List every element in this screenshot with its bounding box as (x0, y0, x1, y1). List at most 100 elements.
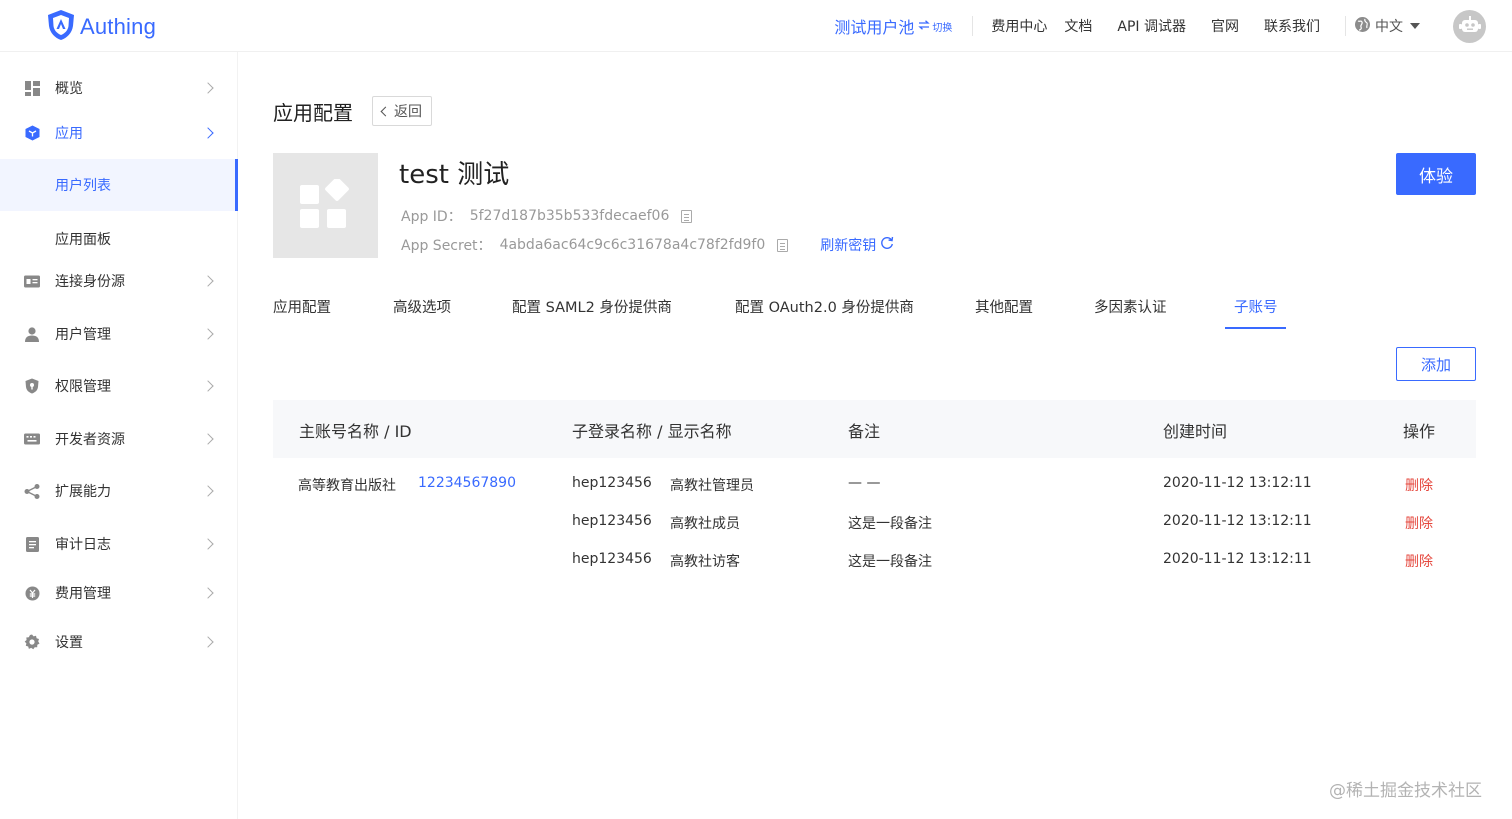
note: — — (848, 475, 881, 491)
sidebar-item-developer-resources[interactable]: 开发者资源 (0, 419, 238, 459)
tab-advanced[interactable]: 高级选项 (393, 296, 451, 317)
gear-icon (24, 634, 40, 650)
nav-link-api-debugger[interactable]: API 调试器 (1117, 16, 1186, 36)
nav-link-docs[interactable]: 文档 (1064, 16, 1092, 36)
sidebar-item-apps[interactable]: 应用 (0, 113, 238, 153)
sidebar-item-audit-log[interactable]: 审计日志 (0, 524, 238, 564)
tab-app-config[interactable]: 应用配置 (273, 296, 331, 317)
user-pool-switcher[interactable]: 测试用户池 切换 (834, 14, 952, 38)
language-selector[interactable]: 中文 (1354, 16, 1420, 37)
sub-account-table: 主账号名称 / ID 子登录名称 / 显示名称 备注 创建时间 操作 高等教育出… (273, 400, 1476, 570)
tab-other-config[interactable]: 其他配置 (975, 296, 1033, 317)
chevron-right-icon (202, 538, 214, 550)
brand-name: Authing (80, 14, 157, 39)
swap-icon (918, 19, 931, 33)
chevron-down-icon (1410, 23, 1420, 29)
shield-icon (24, 378, 40, 394)
sidebar-item-billing[interactable]: 费用管理 (0, 573, 238, 613)
sidebar-subitem-app-panel[interactable]: 应用面板 (0, 213, 238, 265)
sidebar-item-user-management[interactable]: 用户管理 (0, 314, 238, 354)
authing-logo[interactable]: Authing (46, 10, 156, 44)
tab-oauth2[interactable]: 配置 OAuth2.0 身份提供商 (735, 296, 914, 317)
chevron-right-icon (202, 485, 214, 497)
coin-icon (24, 585, 40, 601)
sidebar-subitem-label: 用户列表 (55, 178, 111, 194)
log-icon (24, 536, 40, 552)
sidebar-subitem-user-list[interactable]: 用户列表 (0, 159, 238, 211)
nav-link-website[interactable]: 官网 (1211, 16, 1239, 36)
app-logo (273, 153, 378, 258)
tab-saml2[interactable]: 配置 SAML2 身份提供商 (512, 296, 672, 317)
globe-icon (1354, 16, 1371, 37)
sub-login-name: hep123456 (572, 513, 652, 529)
shield-logo-icon (46, 9, 76, 45)
column-header-sub-login: 子登录名称 / 显示名称 (572, 422, 732, 441)
top-header: Authing 测试用户池 切换 费用中心 文档 API 调试器 官网 联系我们… (0, 0, 1512, 52)
sidebar-item-label: 应用 (55, 126, 83, 142)
refresh-icon (880, 236, 894, 254)
copy-icon[interactable] (681, 209, 693, 223)
avatar[interactable] (1453, 10, 1486, 43)
sidebar-item-label: 权限管理 (55, 379, 111, 395)
sidebar-item-identity-sources[interactable]: 连接身份源 (0, 261, 238, 301)
created-time: 2020-11-12 13:12:11 (1163, 475, 1312, 491)
nav-divider-2 (1345, 16, 1346, 36)
add-button[interactable]: 添加 (1396, 347, 1476, 381)
column-header-created: 创建时间 (1163, 422, 1228, 441)
app-secret-value: 4abda6ac64c9c6c31678a4c78f2fd9f0 (499, 237, 766, 253)
copy-icon[interactable] (777, 238, 789, 252)
tab-mfa[interactable]: 多因素认证 (1094, 296, 1167, 317)
try-button[interactable]: 体验 (1396, 153, 1476, 195)
app-name: test 测试 (399, 160, 510, 190)
top-nav: 测试用户池 切换 费用中心 文档 API 调试器 官网 联系我们 中文 (834, 0, 1512, 52)
sidebar-item-extensions[interactable]: 扩展能力 (0, 471, 238, 511)
main-account-id-link[interactable]: 12234567890 (418, 475, 516, 491)
chevron-right-icon (202, 82, 214, 94)
chevron-right-icon (202, 587, 214, 599)
delete-link[interactable]: 删除 (1405, 551, 1433, 571)
sidebar-item-permissions[interactable]: 权限管理 (0, 366, 238, 406)
refresh-secret-link[interactable]: 刷新密钥 (820, 235, 894, 255)
nav-link-contact[interactable]: 联系我们 (1264, 16, 1320, 36)
dashboard-icon (24, 80, 40, 96)
column-header-action: 操作 (1403, 422, 1436, 441)
sidebar-item-overview[interactable]: 概览 (0, 68, 238, 108)
chevron-right-icon (202, 328, 214, 340)
watermark: @稀土掘金技术社区 (1329, 781, 1482, 801)
chevron-right-icon (202, 380, 214, 392)
nav-divider (972, 16, 974, 36)
sidebar-subitem-label: 应用面板 (55, 232, 111, 248)
delete-link[interactable]: 删除 (1405, 513, 1433, 533)
sidebar-item-label: 扩展能力 (55, 484, 111, 500)
sidebar: 概览 应用 用户列表 应用面板 连接身份源 用户管理 权限管理 开发者资源 扩展… (0, 52, 238, 819)
back-label: 返回 (394, 104, 422, 120)
sidebar-item-label: 用户管理 (55, 327, 111, 343)
sidebar-item-label: 连接身份源 (55, 274, 125, 290)
refresh-label: 刷新密钥 (820, 238, 877, 254)
created-time: 2020-11-12 13:12:11 (1163, 513, 1312, 529)
sidebar-item-settings[interactable]: 设置 (0, 622, 238, 662)
nav-link-billing[interactable]: 费用中心 (991, 16, 1047, 36)
column-header-note: 备注 (848, 422, 881, 441)
sub-login-name: hep123456 (572, 551, 652, 567)
back-button[interactable]: 返回 (372, 96, 432, 126)
page-title: 应用配置 (273, 101, 353, 125)
robot-icon (1458, 15, 1481, 39)
switch-pool[interactable]: 切换 (918, 19, 952, 34)
user-pool-name: 测试用户池 (834, 18, 915, 37)
sub-display-name: 高教社成员 (670, 516, 740, 532)
tab-sub-accounts[interactable]: 子账号 (1234, 296, 1278, 317)
app-id-row: App ID： 5f27d187b35b533fdecaef06 (401, 206, 693, 226)
sidebar-item-label: 审计日志 (55, 537, 111, 553)
chevron-left-icon (380, 106, 391, 116)
delete-link[interactable]: 删除 (1405, 475, 1433, 495)
sidebar-item-label: 设置 (55, 635, 83, 651)
sidebar-item-label: 开发者资源 (55, 432, 125, 448)
chevron-right-icon (202, 636, 214, 648)
column-header-main-account: 主账号名称 / ID (299, 422, 412, 441)
sidebar-item-label: 费用管理 (55, 586, 111, 602)
switch-label: 切换 (932, 22, 953, 34)
note: 这是一段备注 (848, 554, 932, 570)
cube-icon (24, 125, 40, 141)
sub-login-name: hep123456 (572, 475, 652, 491)
